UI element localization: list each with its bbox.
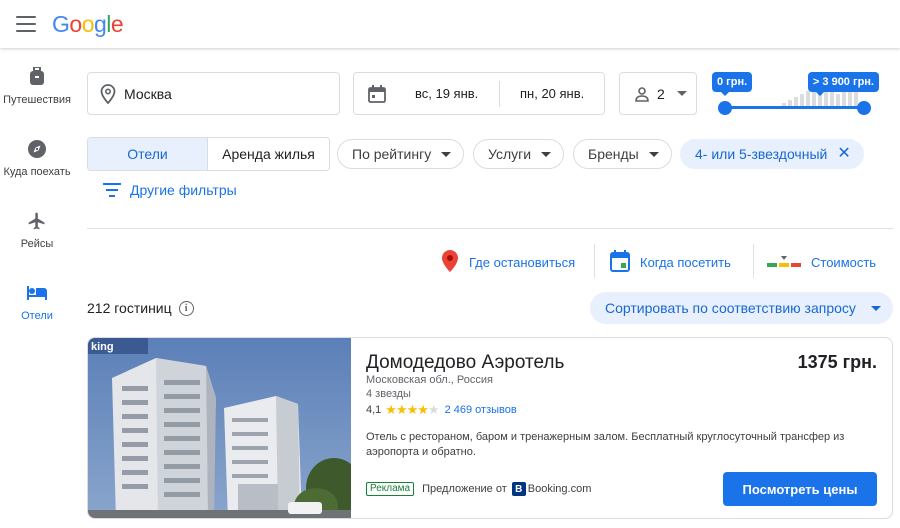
filter-chip-rating[interactable]: По рейтингу bbox=[337, 139, 465, 169]
offer-row: Реклама Предложение от B Booking.com bbox=[366, 482, 591, 496]
price-range-slider[interactable]: 0 грн. > 3 900 грн. bbox=[712, 72, 882, 118]
filter-chip-star-class[interactable]: 4- или 5-звездочный ✕ bbox=[680, 139, 864, 169]
reviews-link[interactable]: 2 469 отзывов bbox=[445, 404, 517, 416]
hotel-star-class: 4 звезды bbox=[366, 388, 411, 400]
chevron-down-icon bbox=[441, 151, 452, 157]
hamburger-menu-icon[interactable] bbox=[16, 16, 36, 32]
hotel-card[interactable]: king Домодедово Аэротель 1375 грн. Моско… bbox=[87, 337, 893, 519]
location-field[interactable] bbox=[87, 72, 340, 115]
info-icon[interactable]: i bbox=[178, 300, 194, 316]
tab-divider bbox=[594, 244, 595, 278]
tab-label: Стоимость bbox=[811, 254, 877, 270]
bed-icon bbox=[26, 282, 48, 304]
price-max-label: > 3 900 грн. bbox=[807, 72, 879, 96]
more-filters-label: Другие фильтры bbox=[130, 182, 237, 198]
chip-label: Услуги bbox=[488, 146, 532, 162]
logo-letter: G bbox=[52, 10, 70, 37]
booking-logo-icon: B bbox=[511, 482, 526, 496]
photo-watermark: king bbox=[91, 341, 114, 353]
chevron-down-icon bbox=[648, 151, 659, 157]
filter-icon bbox=[103, 183, 121, 197]
sidebar-item-label: Отели bbox=[21, 310, 53, 322]
sidebar-item-flights[interactable]: Рейсы bbox=[0, 200, 74, 272]
sidebar-item-hotels[interactable]: Отели bbox=[0, 272, 74, 344]
filter-chip-brands[interactable]: Бренды bbox=[573, 139, 672, 169]
hotel-rating: 4,1 ★★★★★ 2 469 отзывов bbox=[366, 402, 517, 418]
property-type-toggle: Отели Аренда жилья bbox=[87, 137, 330, 171]
segment-vacation-rentals[interactable]: Аренда жилья bbox=[208, 138, 329, 170]
sidebar-item-label: Путешествия bbox=[3, 94, 71, 106]
guests-selector[interactable]: 2 bbox=[619, 72, 697, 115]
chip-label: Бренды bbox=[588, 146, 639, 162]
person-icon bbox=[634, 86, 650, 102]
sidebar-item-label: Куда поехать bbox=[3, 166, 71, 178]
tab-where-to-stay[interactable]: Где остановиться bbox=[441, 247, 575, 277]
logo-letter: e bbox=[110, 10, 124, 37]
logo-letter: o bbox=[81, 10, 95, 37]
chip-label: 4- или 5-звездочный bbox=[695, 146, 828, 162]
price-range-track[interactable] bbox=[724, 106, 864, 109]
location-input[interactable] bbox=[124, 85, 324, 102]
chevron-down-icon bbox=[871, 305, 881, 311]
sidebar-item-travel[interactable]: Путешествия bbox=[0, 56, 74, 128]
price-bar-icon bbox=[767, 253, 801, 272]
tab-prices[interactable]: Стоимость bbox=[767, 247, 876, 277]
sidebar-item-explore[interactable]: Куда поехать bbox=[0, 128, 74, 200]
filter-chip-amenities[interactable]: Услуги bbox=[473, 139, 565, 169]
compass-icon bbox=[26, 138, 48, 160]
luggage-icon bbox=[26, 66, 48, 88]
date-divider bbox=[499, 81, 500, 107]
sort-dropdown[interactable]: Сортировать по соответствию запросу bbox=[590, 292, 893, 324]
airplane-icon bbox=[26, 210, 48, 232]
more-filters-button[interactable]: Другие фильтры bbox=[103, 182, 237, 198]
hotel-description: Отель с рестораном, баром и тренажерным … bbox=[366, 431, 845, 458]
tab-label: Где остановиться bbox=[469, 254, 576, 270]
guests-count: 2 bbox=[657, 85, 665, 102]
hotel-photo[interactable]: king bbox=[88, 338, 351, 519]
hotel-name[interactable]: Домодедово Аэротель bbox=[366, 352, 564, 374]
sidebar-nav: Путешествия Куда поехать Рейсы Отели bbox=[0, 56, 74, 344]
close-icon[interactable]: ✕ bbox=[837, 146, 850, 162]
calendar-icon bbox=[610, 249, 630, 275]
section-divider bbox=[87, 228, 893, 229]
checkin-date[interactable]: вс, 19 янв. bbox=[415, 86, 478, 101]
results-count: 212 гостиниц i bbox=[87, 300, 194, 316]
rating-value: 4,1 bbox=[366, 404, 382, 416]
calendar-icon bbox=[368, 84, 386, 103]
tab-when-to-visit[interactable]: Когда посетить bbox=[610, 247, 731, 277]
chip-label: По рейтингу bbox=[352, 146, 432, 162]
hotel-price: 1375 грн. bbox=[797, 352, 877, 372]
view-prices-button[interactable]: Посмотреть цены bbox=[723, 472, 877, 506]
provider-name: Booking.com bbox=[527, 483, 592, 495]
logo-letter: g bbox=[93, 10, 107, 37]
chevron-down-icon bbox=[676, 91, 687, 96]
logo-letter: o bbox=[69, 10, 82, 37]
chevron-down-icon bbox=[541, 151, 552, 157]
location-pin-icon bbox=[100, 83, 116, 104]
results-count-label: 212 гостиниц bbox=[87, 300, 172, 316]
hotel-location: Московская обл., Россия bbox=[366, 374, 493, 386]
date-range-picker[interactable]: вс, 19 янв. пн, 20 янв. bbox=[353, 72, 605, 115]
segment-hotels[interactable]: Отели bbox=[88, 138, 208, 170]
top-app-bar: Google bbox=[0, 0, 900, 48]
price-max-handle[interactable] bbox=[857, 101, 871, 115]
tab-divider bbox=[753, 244, 754, 278]
price-min-label: 0 грн. bbox=[712, 72, 753, 96]
ad-badge: Реклама bbox=[366, 482, 415, 496]
offer-from-label: Предложение от bbox=[422, 483, 507, 495]
sort-label: Сортировать по соответствию запросу bbox=[605, 300, 856, 316]
price-min-handle[interactable] bbox=[718, 101, 732, 115]
tab-label: Когда посетить bbox=[640, 254, 731, 270]
checkout-date[interactable]: пн, 20 янв. bbox=[520, 86, 584, 101]
google-logo[interactable]: Google bbox=[52, 10, 124, 38]
sidebar-item-label: Рейсы bbox=[20, 238, 54, 250]
star-rating-icon: ★★★★★ bbox=[385, 402, 439, 417]
map-pin-icon bbox=[441, 249, 459, 276]
